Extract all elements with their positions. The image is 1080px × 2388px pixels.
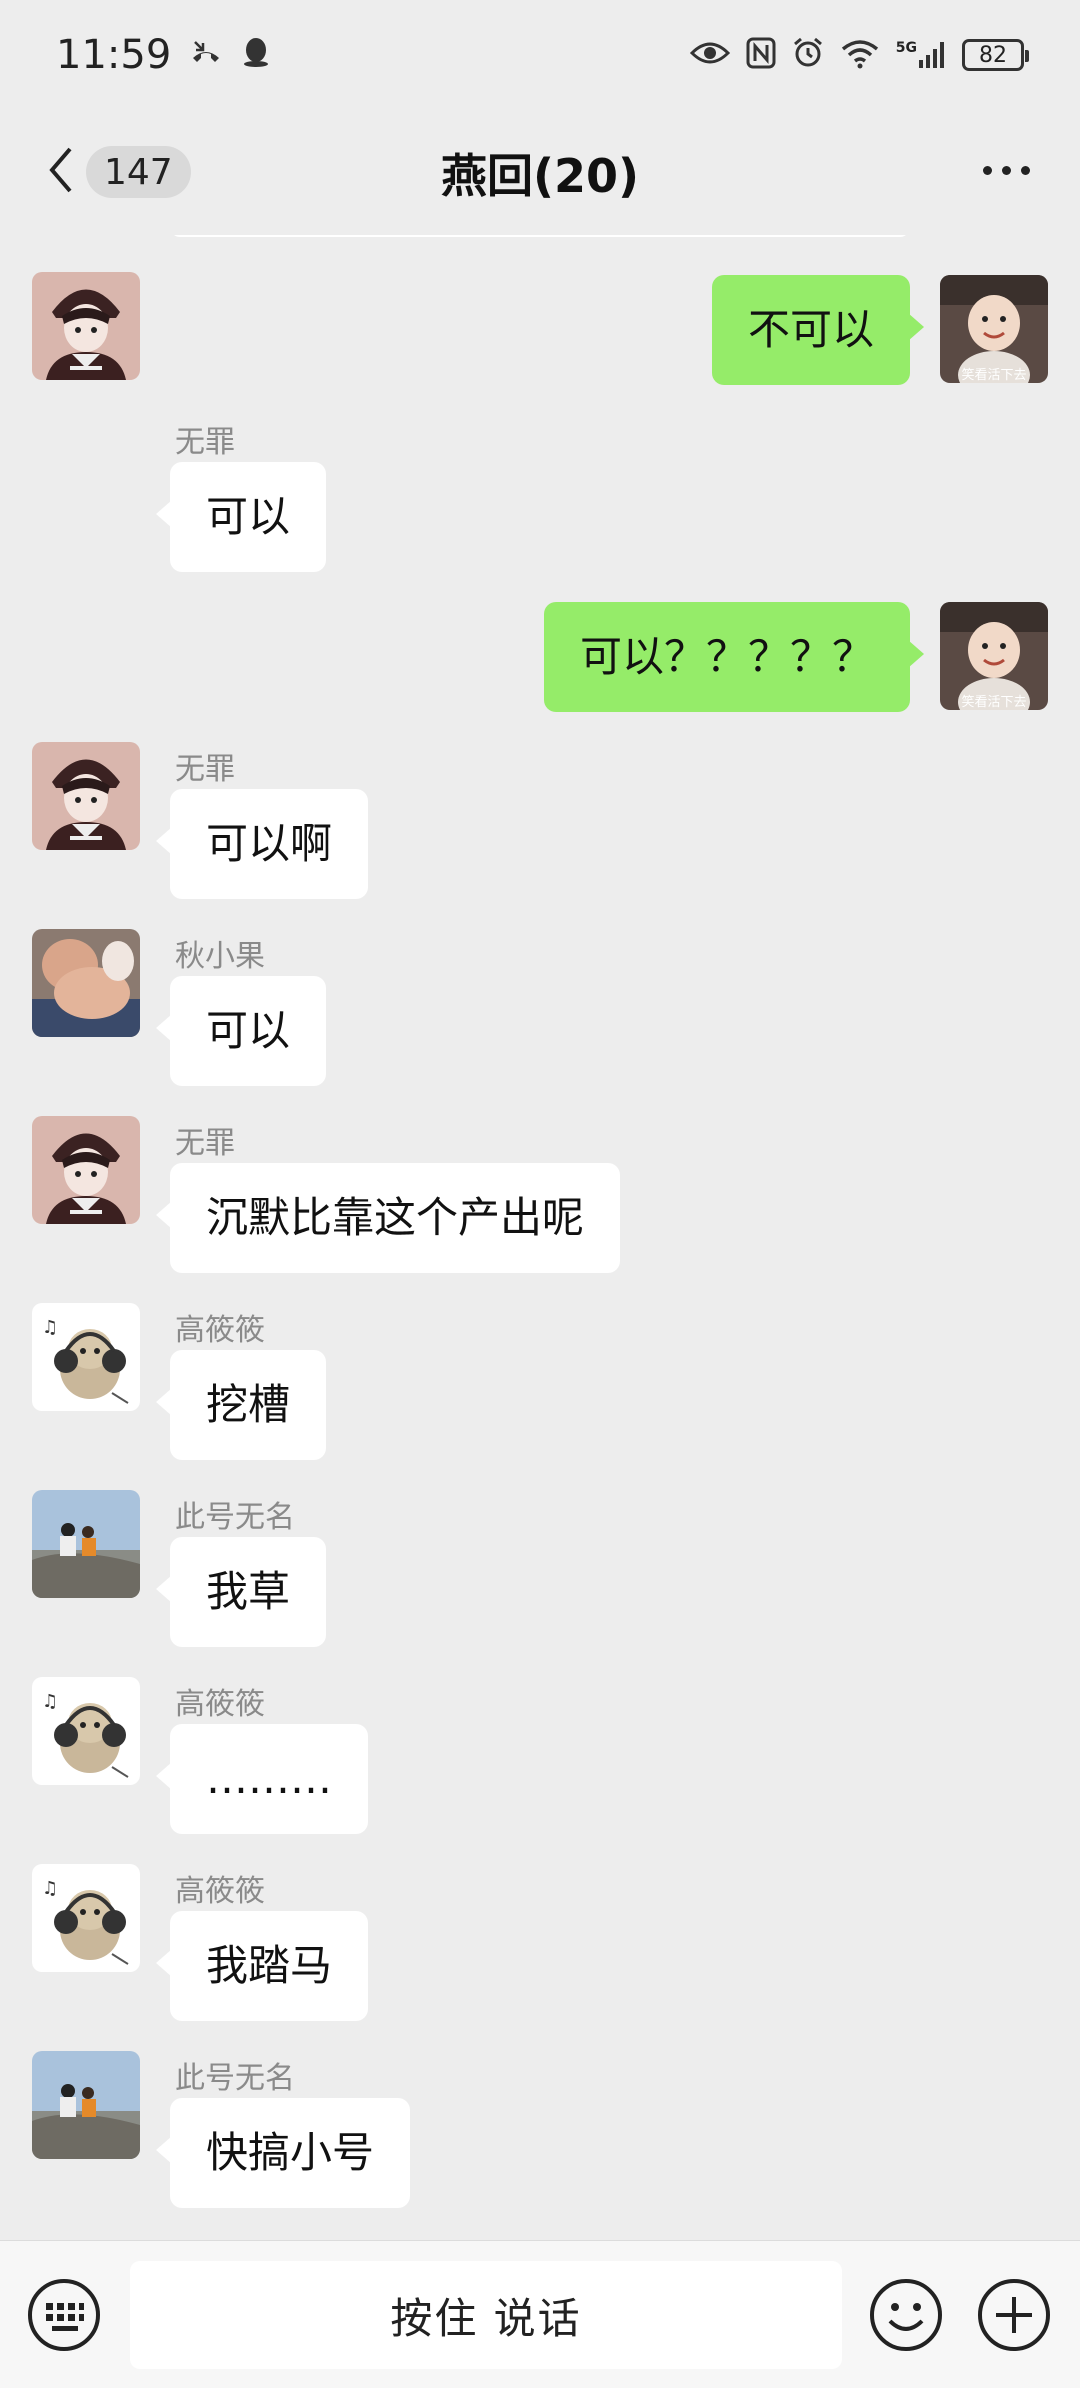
avatar-qiuxiaoguo[interactable] (32, 929, 140, 1037)
network-type: 5G (895, 40, 917, 56)
keyboard-toggle-button[interactable] (26, 2277, 102, 2353)
keyboard-icon (28, 2279, 100, 2351)
svg-text:♫: ♫ (42, 1691, 58, 1712)
battery-indicator: 82 (962, 39, 1029, 71)
chat-title: 燕回(20) (440, 149, 640, 203)
more-dot-icon (983, 166, 992, 175)
message-bubble[interactable]: 可以 (155, 462, 327, 572)
message-bubble[interactable]: 可以啊 (155, 789, 369, 899)
status-bar: 11:59 5G 82 (0, 0, 1080, 110)
emoji-button[interactable] (868, 2277, 944, 2353)
message-bubble[interactable]: 可以 (155, 976, 327, 1086)
self-avatar[interactable]: 笑看活下去 (940, 275, 1048, 383)
more-options-button[interactable] (983, 166, 1030, 175)
avatar-wuzui[interactable] (32, 272, 140, 380)
message-bubble[interactable]: 沉默比靠这个产出呢 (155, 1163, 621, 1273)
sender-name: 高筱筱 (175, 1687, 265, 1722)
message-bubble-self[interactable]: 可以？？？？？ (543, 602, 925, 712)
nfc-icon (746, 37, 776, 73)
avatar-gaoxiaoxiao[interactable]: ♫ (32, 1677, 140, 1785)
plus-icon (978, 2279, 1050, 2351)
self-avatar[interactable]: 笑看活下去 (940, 602, 1048, 710)
alarm-icon (792, 37, 824, 73)
wifi-icon (840, 37, 880, 73)
eye-icon (689, 39, 730, 71)
input-bar: 按住 说话 (0, 2240, 1080, 2388)
sticker-caption: 笑看活下去 (961, 367, 1026, 383)
qq-notification-icon (241, 32, 271, 78)
avatar-cihaowuming[interactable] (32, 2051, 140, 2159)
battery-level: 82 (979, 42, 1007, 68)
avatar-wuzui[interactable] (32, 1116, 140, 1224)
message-bubble[interactable]: ……… (156, 1724, 368, 1834)
avatar-wuzui[interactable] (32, 742, 140, 850)
partial-message-bubble (170, 235, 910, 237)
message-bubble[interactable]: 我草 (155, 1537, 327, 1647)
avatar-cihaowuming[interactable] (32, 1490, 140, 1598)
chat-header: 147 燕回(20) (0, 110, 1080, 235)
sender-name: 高筱筱 (175, 1313, 265, 1348)
message-bubble[interactable]: 快搞小号 (155, 2098, 411, 2208)
missed-call-icon (189, 32, 223, 78)
more-dot-icon (1002, 166, 1011, 175)
more-dot-icon (1021, 166, 1030, 175)
message-list[interactable]: 不可以 笑看活下去 无罪 可以 可以？？？？？ 笑看活下去 无罪 可以啊 秋小果… (0, 235, 1080, 2240)
sender-name: 无罪 (175, 1126, 235, 1161)
svg-text:♫: ♫ (42, 1878, 58, 1899)
sender-name: 高筱筱 (175, 1874, 265, 1909)
sender-name: 秋小果 (175, 939, 265, 974)
message-bubble-self[interactable]: 不可以 (711, 275, 925, 385)
more-functions-button[interactable] (976, 2277, 1052, 2353)
message-bubble[interactable]: 挖槽 (155, 1350, 327, 1460)
svg-text:♫: ♫ (42, 1317, 58, 1338)
avatar-gaoxiaoxiao[interactable]: ♫ (32, 1303, 140, 1411)
cellular-signal-icon: 5G (896, 40, 946, 70)
message-bubble[interactable]: 我踏马 (155, 1911, 369, 2021)
sender-name: 此号无名 (175, 1500, 295, 1535)
clock: 11:59 (56, 32, 172, 78)
sender-name: 此号无名 (175, 2061, 295, 2096)
sticker-caption: 笑看活下去 (961, 694, 1026, 710)
hold-to-talk-label: 按住 说话 (390, 2293, 582, 2343)
sender-name: 无罪 (175, 425, 235, 460)
emoji-icon (870, 2279, 942, 2351)
hold-to-talk-button[interactable]: 按住 说话 (130, 2261, 842, 2369)
sender-name: 无罪 (175, 752, 235, 787)
avatar-gaoxiaoxiao[interactable]: ♫ (32, 1864, 140, 1972)
